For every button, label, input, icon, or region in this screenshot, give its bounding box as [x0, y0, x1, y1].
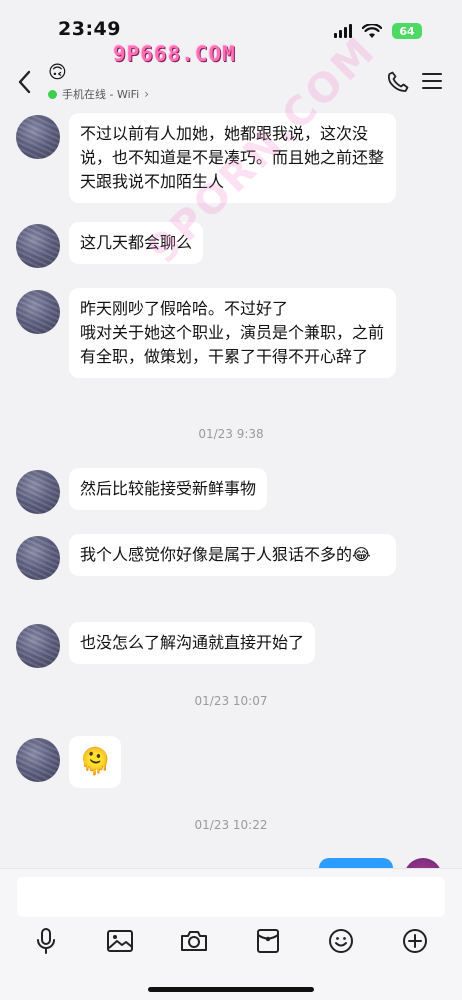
- phone-call-icon[interactable]: [386, 70, 410, 94]
- message-row: 🫠: [16, 736, 416, 792]
- red-packet-icon: [257, 929, 279, 953]
- message-bubble[interactable]: 我个人感觉你好像是属于人狠话不多的😂: [69, 534, 396, 576]
- plus-circle-icon: [403, 929, 427, 953]
- message-bubble[interactable]: 然后比较能接受新鲜事物: [69, 468, 268, 510]
- image-button[interactable]: [104, 925, 136, 957]
- emoji-message-bubble[interactable]: 🫠: [69, 736, 122, 788]
- online-status[interactable]: 手机在线 - WiFi ›: [48, 86, 149, 102]
- sender-avatar[interactable]: [16, 536, 60, 580]
- chevron-right-icon: ›: [144, 87, 150, 101]
- online-status-label: 手机在线 - WiFi: [62, 88, 140, 101]
- message-bubble[interactable]: 这几天都会聊么: [69, 222, 204, 264]
- camera-icon: [181, 931, 207, 951]
- image-icon: [107, 930, 133, 952]
- camera-button[interactable]: [178, 925, 210, 957]
- red-packet-button[interactable]: [252, 925, 284, 957]
- cellular-signal-icon: [334, 24, 352, 38]
- timestamp: 01/23 9:38: [198, 427, 264, 441]
- timestamp: 01/23 10:07: [194, 694, 268, 708]
- message-row: 我个人感觉你好像是属于人狠话不多的😂: [16, 534, 416, 602]
- message-row: 这几天都会聊么: [16, 222, 416, 268]
- sender-avatar[interactable]: [16, 738, 60, 782]
- input-area: [0, 868, 462, 1000]
- message-input[interactable]: [17, 877, 445, 917]
- message-bubble[interactable]: 不过以前有人加她，她都跟我说，这次没说，也不知道是不是凑巧。而且她之前还整天跟我…: [69, 113, 396, 203]
- battery-indicator: 64: [392, 23, 422, 39]
- online-dot-icon: [48, 89, 57, 99]
- input-toolbar: [0, 925, 462, 957]
- menu-icon[interactable]: [422, 72, 442, 90]
- microphone-icon: [37, 928, 55, 954]
- message-row: 然后比较能接受新鲜事物: [16, 468, 416, 514]
- home-indicator: [148, 987, 314, 992]
- sender-avatar[interactable]: [16, 115, 60, 159]
- chat-messages[interactable]: 不过以前有人加她，她都跟我说，这次没说，也不知道是不是凑巧。而且她之前还整天跟我…: [0, 110, 462, 870]
- sender-avatar[interactable]: [16, 470, 60, 514]
- status-icons: 64: [334, 22, 422, 40]
- contact-emoji-avatar[interactable]: 🙃: [48, 62, 70, 84]
- message-row: 不过以前有人加她，她都跟我说，这次没说，也不知道是不是凑巧。而且她之前还整天跟我…: [16, 113, 416, 205]
- sender-avatar[interactable]: [16, 624, 60, 668]
- timestamp: 01/23 10:22: [194, 818, 268, 832]
- wifi-icon: [362, 23, 382, 38]
- voice-button[interactable]: [30, 925, 62, 957]
- watermark-logo: 9P668.COM: [113, 42, 236, 66]
- message-bubble[interactable]: 也没怎么了解沟通就直接开始了: [69, 622, 316, 664]
- sender-avatar[interactable]: [16, 290, 60, 334]
- message-bubble[interactable]: 昨天刚吵了假哈哈。不过好了 哦对关于她这个职业，演员是个兼职，之前有全职，做策划…: [69, 288, 396, 378]
- status-time: 23:49: [58, 18, 121, 40]
- emoji-button[interactable]: [325, 925, 357, 957]
- message-row: 昨天刚吵了假哈哈。不过好了 哦对关于她这个职业，演员是个兼职，之前有全职，做策划…: [16, 288, 416, 400]
- more-button[interactable]: [399, 925, 431, 957]
- sender-avatar[interactable]: [16, 224, 60, 268]
- back-arrow-icon[interactable]: [14, 68, 36, 96]
- smiley-icon: [329, 929, 353, 953]
- message-row: 也没怎么了解沟通就直接开始了: [16, 622, 416, 668]
